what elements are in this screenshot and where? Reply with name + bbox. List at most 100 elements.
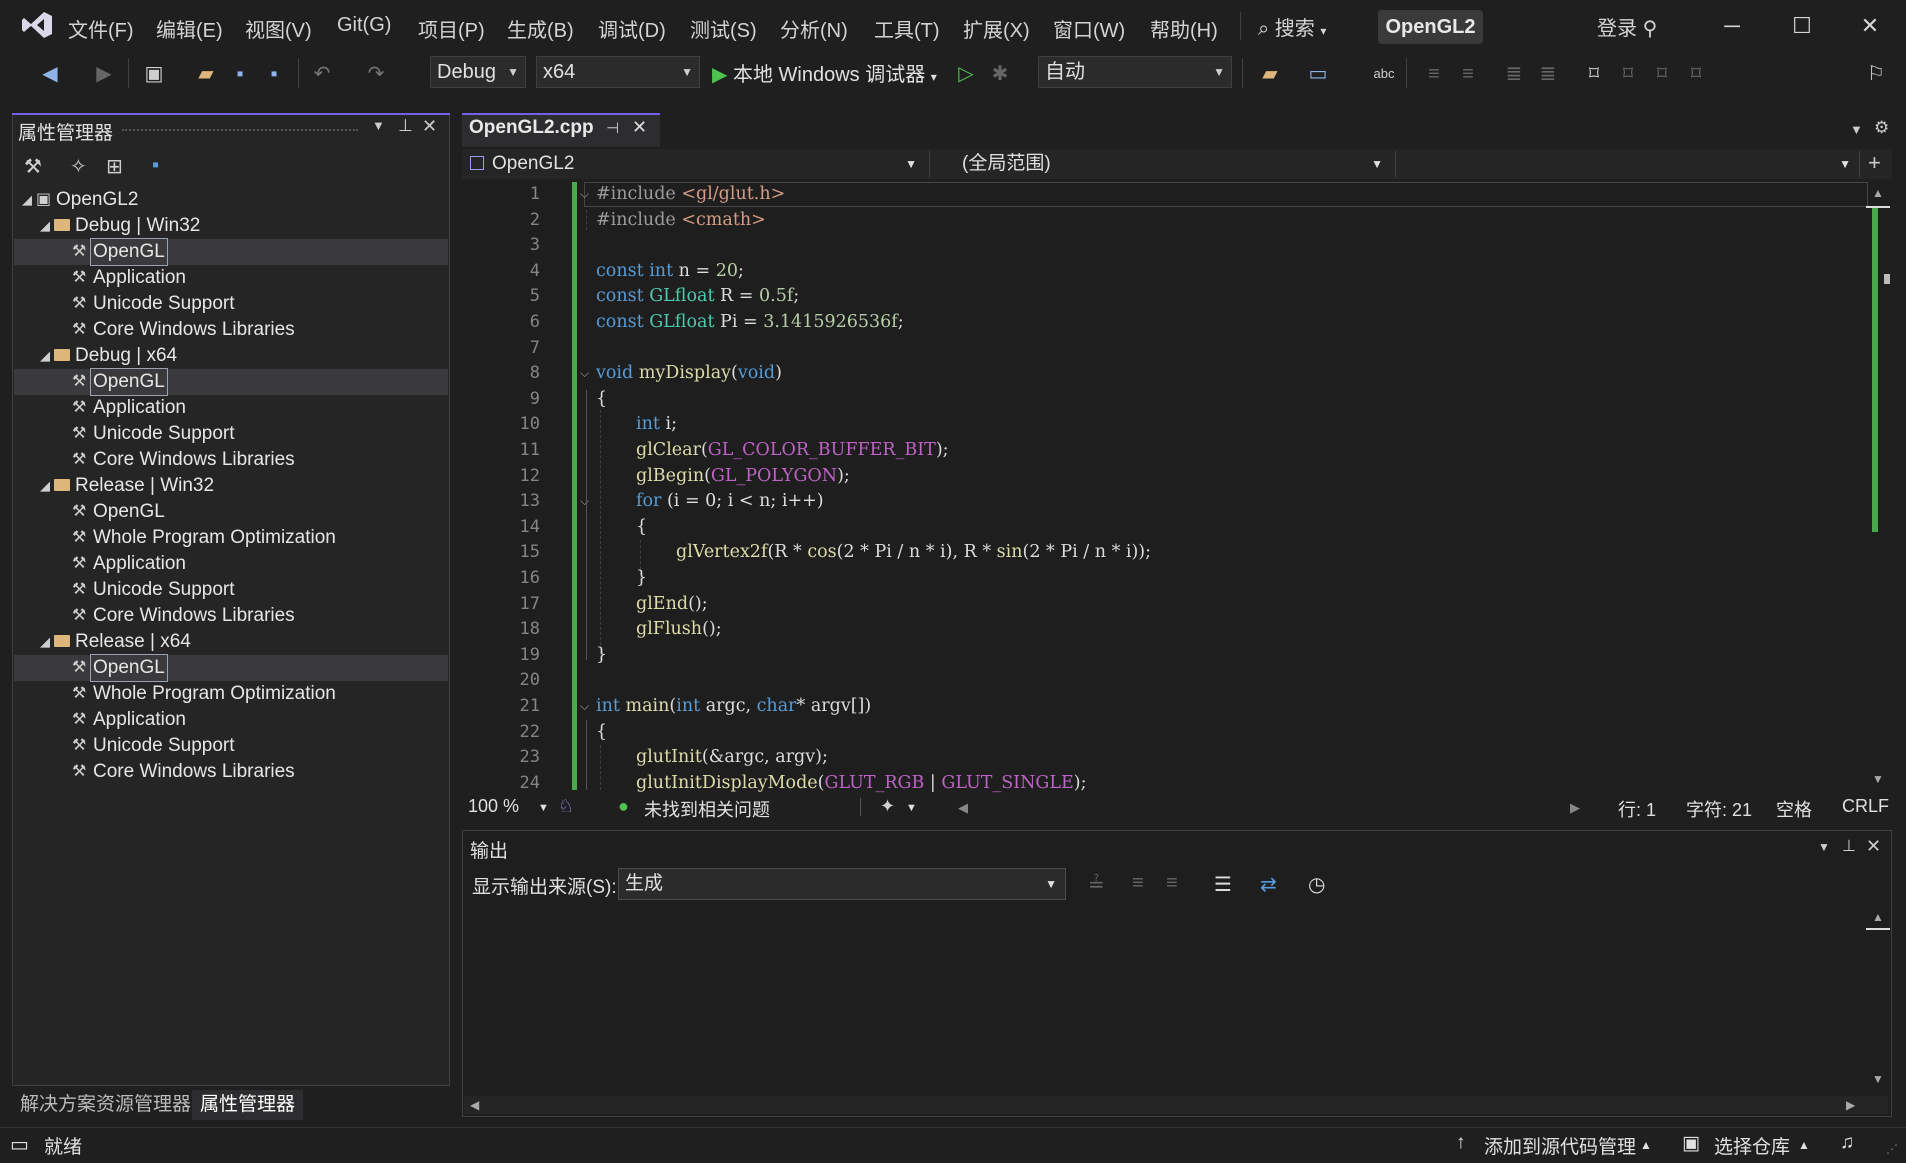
tree-item[interactable]: ⚒ OpenGL bbox=[14, 238, 448, 266]
menu-window[interactable]: 窗口(W) bbox=[1053, 14, 1125, 43]
start-debugging-button[interactable]: ▶ 本地 Windows 调试器 ▾ bbox=[712, 58, 937, 87]
redo-icon[interactable]: ↷ bbox=[362, 60, 390, 88]
tree-item[interactable]: ⚒ Unicode Support bbox=[14, 421, 448, 447]
chevron-down-icon[interactable]: ▼ bbox=[372, 118, 385, 133]
cursor-char[interactable]: 字符: 21 bbox=[1686, 796, 1752, 822]
line-ending[interactable]: CRLF bbox=[1842, 796, 1889, 817]
forward-icon[interactable]: ▶ bbox=[90, 60, 118, 88]
new-project-icon[interactable]: ▣ bbox=[140, 60, 168, 88]
tree-group[interactable]: ◢ Debug | x64 bbox=[14, 343, 448, 369]
scroll-thumb[interactable] bbox=[1884, 274, 1890, 284]
save-icon[interactable]: ▪ bbox=[152, 154, 159, 177]
bookmark-icon[interactable]: ⌑ bbox=[1580, 60, 1608, 88]
maximize-button[interactable]: ☐ bbox=[1782, 10, 1822, 42]
tree-item[interactable]: ⚒ Whole Program Optimization bbox=[14, 525, 448, 551]
scroll-down-icon[interactable]: ▼ bbox=[1872, 1072, 1884, 1086]
live-share-icon[interactable]: ⚐ bbox=[1862, 60, 1890, 88]
scope-nav-dropdown[interactable]: (全局范围) ▼ bbox=[950, 150, 1396, 178]
zoom-level[interactable]: 100 % bbox=[468, 796, 519, 817]
project-nav-dropdown[interactable]: OpenGL2 ▼ bbox=[466, 150, 930, 178]
window-layout-icon[interactable]: ▭ bbox=[1304, 60, 1332, 88]
scroll-down-icon[interactable]: ▼ bbox=[1872, 772, 1884, 786]
menu-extensions[interactable]: 扩展(X) bbox=[963, 14, 1030, 43]
tree-item[interactable]: ⚒ OpenGL bbox=[14, 368, 448, 396]
start-without-debugging-icon[interactable]: ▷ bbox=[952, 60, 980, 88]
folder-view-icon[interactable]: ▰ bbox=[1256, 60, 1284, 88]
properties-icon[interactable]: ⚒ bbox=[24, 154, 42, 179]
clock-icon[interactable]: ◷ bbox=[1308, 872, 1325, 897]
tree-item[interactable]: ⚒ Unicode Support bbox=[14, 291, 448, 317]
member-nav-dropdown[interactable]: ▼ bbox=[1406, 150, 1860, 178]
tree-item[interactable]: ⚒ Core Windows Libraries bbox=[14, 317, 448, 343]
output-vertical-scrollbar[interactable] bbox=[1868, 906, 1890, 1096]
gear-icon[interactable]: ⚙ bbox=[1874, 118, 1889, 138]
word-wrap-icon[interactable]: ⇄ bbox=[1260, 872, 1277, 897]
chevron-up-icon[interactable]: ▲ bbox=[1798, 1138, 1810, 1152]
fold-toggle-icon[interactable]: ⌵ bbox=[580, 366, 589, 381]
tree-item[interactable]: ⚒ Application bbox=[14, 707, 448, 733]
hot-reload-icon[interactable]: ✱ bbox=[986, 60, 1014, 88]
tree-group[interactable]: ◢ Release | Win32 bbox=[14, 473, 448, 499]
menu-tools[interactable]: 工具(T) bbox=[874, 14, 940, 43]
chevron-down-icon[interactable]: ▼ bbox=[906, 802, 917, 814]
scroll-up-icon[interactable]: ▲ bbox=[1872, 186, 1884, 200]
menu-file[interactable]: 文件(F) bbox=[68, 14, 134, 43]
tab-solution-explorer[interactable]: 解决方案资源管理器 bbox=[12, 1090, 199, 1120]
close-icon[interactable]: ✕ bbox=[1866, 836, 1881, 857]
back-icon[interactable]: ◀ bbox=[36, 60, 64, 88]
minimize-button[interactable]: ─ bbox=[1712, 10, 1752, 42]
scroll-left-icon[interactable]: ◀ bbox=[958, 800, 968, 816]
platform-select[interactable]: x64 ▼ bbox=[536, 56, 700, 88]
chevron-up-icon[interactable]: ▲ bbox=[1640, 1138, 1652, 1152]
pin-icon[interactable]: ⊥ bbox=[398, 116, 413, 136]
tree-group[interactable]: ◢ Debug | Win32 bbox=[14, 213, 448, 239]
tree-item[interactable]: ⚒ Core Windows Libraries bbox=[14, 447, 448, 473]
scroll-right-icon[interactable]: ▶ bbox=[1570, 800, 1580, 816]
comment-icon[interactable]: ≣ bbox=[1500, 60, 1528, 88]
tree-item[interactable]: ⚒ Unicode Support bbox=[14, 733, 448, 759]
menu-debug[interactable]: 调试(D) bbox=[598, 14, 666, 43]
chevron-down-icon[interactable]: ▼ bbox=[1818, 840, 1830, 854]
menu-project[interactable]: 项目(P) bbox=[418, 14, 485, 43]
tree-root[interactable]: ◢ ▣ OpenGL2 bbox=[14, 187, 448, 213]
select-repository-button[interactable]: 选择仓库 bbox=[1714, 1132, 1790, 1159]
tree-item[interactable]: ⚒ Unicode Support bbox=[14, 577, 448, 603]
tree-group[interactable]: ◢ Release | x64 bbox=[14, 629, 448, 655]
tree-item[interactable]: ⚒ Core Windows Libraries bbox=[14, 603, 448, 629]
configuration-select[interactable]: Debug ▼ bbox=[430, 56, 526, 88]
spell-check-icon[interactable]: abc bbox=[1370, 60, 1398, 88]
menu-edit[interactable]: 编辑(E) bbox=[156, 14, 223, 43]
save-icon[interactable]: ▪ bbox=[226, 60, 254, 88]
close-icon[interactable]: ✕ bbox=[422, 116, 437, 137]
resize-grip-icon[interactable]: ⋰ bbox=[1886, 1142, 1898, 1156]
menu-git[interactable]: Git(G) bbox=[337, 14, 391, 37]
pin-icon[interactable]: ⊣ bbox=[606, 119, 619, 137]
find-message-icon[interactable]: ≟ bbox=[1088, 872, 1105, 897]
copilot-icon[interactable]: ♘ bbox=[558, 796, 574, 817]
next-bookmark-icon[interactable]: ⌑ bbox=[1648, 60, 1676, 88]
tab-property-manager[interactable]: 属性管理器 bbox=[192, 1090, 304, 1120]
add-to-source-control-button[interactable]: 添加到源代码管理 bbox=[1484, 1132, 1636, 1159]
menu-view[interactable]: 视图(V) bbox=[245, 14, 312, 43]
menu-analyze[interactable]: 分析(N) bbox=[780, 14, 848, 43]
prev-bookmark-icon[interactable]: ⌑ bbox=[1614, 60, 1642, 88]
login-button[interactable]: 登录 ⚲ bbox=[1597, 12, 1657, 41]
bell-icon[interactable]: ♫ bbox=[1840, 1132, 1854, 1154]
output-horizontal-scrollbar[interactable] bbox=[464, 1096, 1888, 1114]
undo-icon[interactable]: ↶ bbox=[308, 60, 336, 88]
indent-icon[interactable]: ≡ bbox=[1454, 60, 1482, 88]
add-existing-property-sheet-icon[interactable]: ⊞ bbox=[106, 154, 123, 179]
close-window-button[interactable]: ✕ bbox=[1850, 10, 1890, 42]
notification-chat-icon[interactable]: ▭ bbox=[10, 1132, 29, 1157]
fold-toggle-icon[interactable]: ⌵ bbox=[580, 187, 589, 202]
indent-mode[interactable]: 空格 bbox=[1776, 796, 1812, 822]
menu-test[interactable]: 测试(S) bbox=[690, 14, 757, 43]
prev-message-icon[interactable]: ≡ bbox=[1132, 872, 1144, 895]
outdent-icon[interactable]: ≡ bbox=[1420, 60, 1448, 88]
scroll-up-icon[interactable]: ▲ bbox=[1872, 910, 1884, 924]
tree-item[interactable]: ⚒ Whole Program Optimization bbox=[14, 681, 448, 707]
scroll-left-icon[interactable]: ◀ bbox=[470, 1098, 479, 1112]
close-tab-icon[interactable]: ✕ bbox=[632, 117, 647, 138]
open-folder-icon[interactable]: ▰ bbox=[192, 60, 220, 88]
code-cleanup-icon[interactable]: ✦ bbox=[880, 796, 895, 817]
